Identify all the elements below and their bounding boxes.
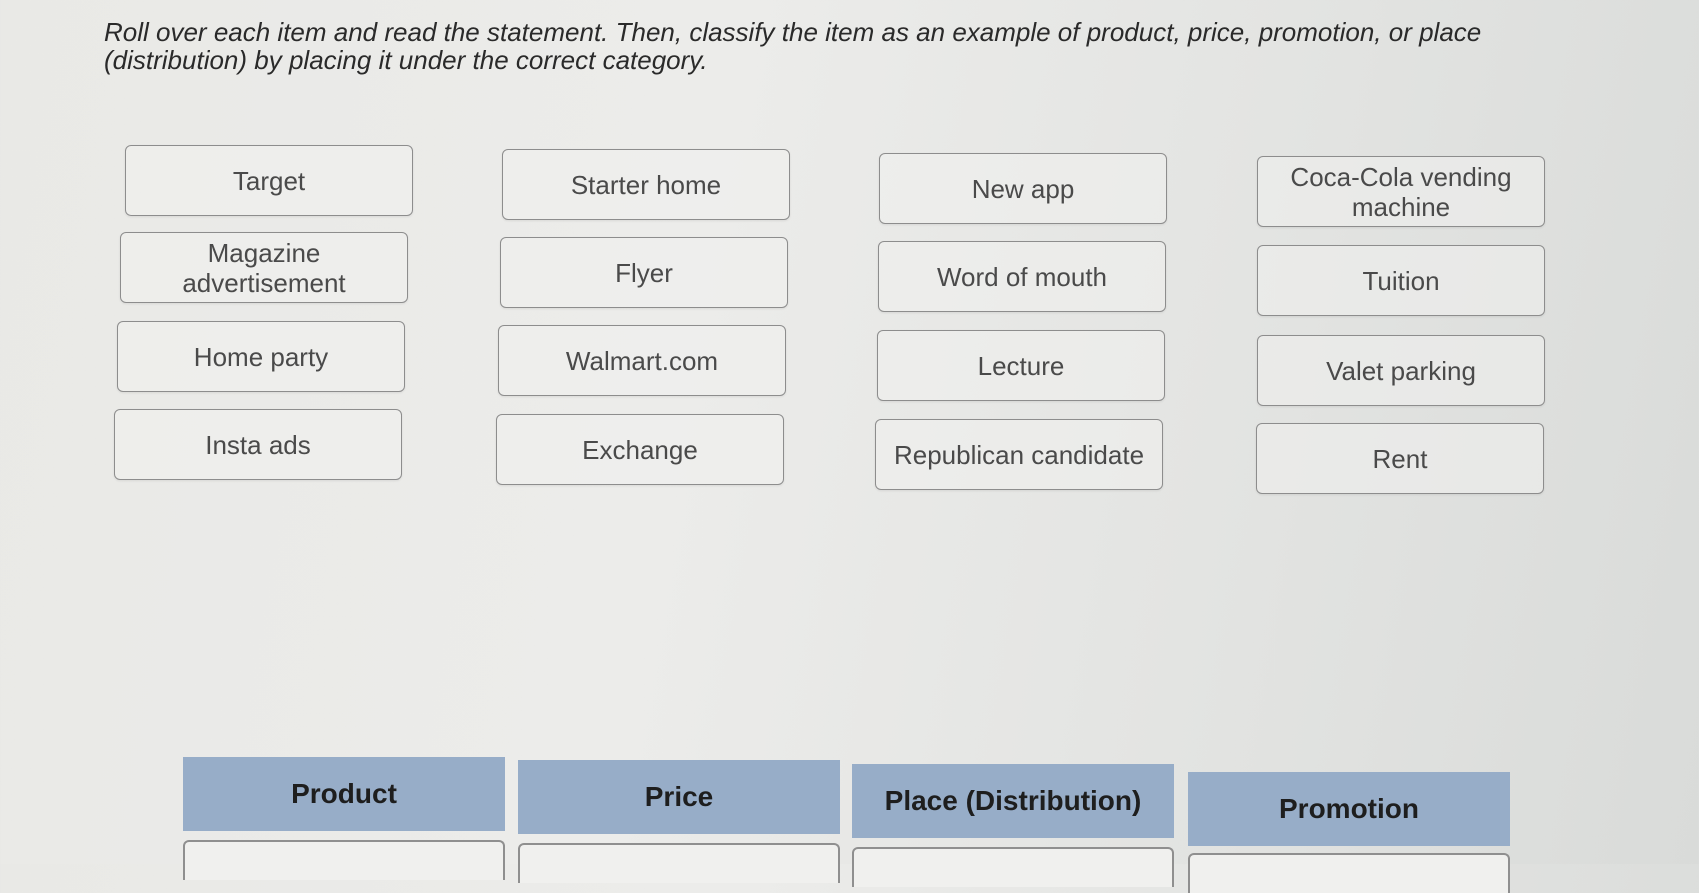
draggable-item-starter-home[interactable]: Starter home <box>502 149 790 220</box>
drop-zone-place-distribution[interactable] <box>852 847 1174 887</box>
instructions-text: Roll over each item and read the stateme… <box>104 17 1482 75</box>
draggable-item-republican-candidate[interactable]: Republican candidate <box>875 419 1163 490</box>
category-header-product: Product <box>183 757 505 831</box>
drop-zone-price[interactable] <box>518 843 840 883</box>
draggable-item-word-of-mouth[interactable]: Word of mouth <box>878 241 1166 312</box>
draggable-item-insta-ads[interactable]: Insta ads <box>114 409 402 480</box>
draggable-item-magazine-advertisement[interactable]: Magazine advertisement <box>120 232 408 303</box>
category-header-price: Price <box>518 760 840 834</box>
draggable-item-tuition[interactable]: Tuition <box>1257 245 1545 316</box>
category-header-promotion: Promotion <box>1188 772 1510 846</box>
draggable-item-target[interactable]: Target <box>125 145 413 216</box>
draggable-item-new-app[interactable]: New app <box>879 153 1167 224</box>
draggable-item-rent[interactable]: Rent <box>1256 423 1544 494</box>
draggable-item-exchange[interactable]: Exchange <box>496 414 784 485</box>
draggable-item-lecture[interactable]: Lecture <box>877 330 1165 401</box>
drop-zone-promotion[interactable] <box>1188 853 1510 893</box>
draggable-item-coca-cola-vending-machine[interactable]: Coca-Cola vending machine <box>1257 156 1545 227</box>
draggable-item-home-party[interactable]: Home party <box>117 321 405 392</box>
draggable-item-flyer[interactable]: Flyer <box>500 237 788 308</box>
draggable-item-valet-parking[interactable]: Valet parking <box>1257 335 1545 406</box>
draggable-item-walmart-com[interactable]: Walmart.com <box>498 325 786 396</box>
drop-zone-product[interactable] <box>183 840 505 880</box>
category-header-place-distribution: Place (Distribution) <box>852 764 1174 838</box>
